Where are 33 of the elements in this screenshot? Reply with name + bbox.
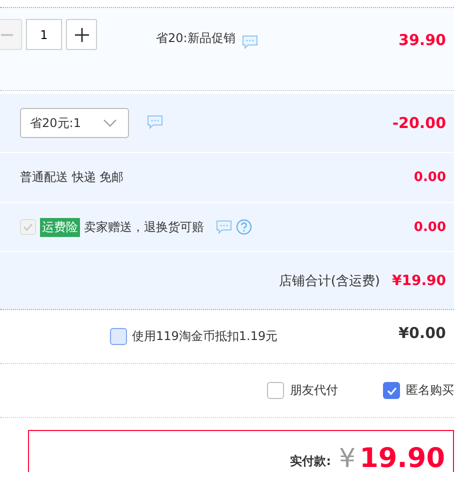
shipping-text: 普通配送 快递 免邮 xyxy=(20,169,124,186)
insurance-tag: 运费险 xyxy=(40,218,80,236)
store-total-amount: ¥19.90 xyxy=(392,272,446,288)
option-label: 朋友代付 xyxy=(290,382,338,399)
coins-checkbox[interactable] xyxy=(110,328,127,345)
option-checkbox[interactable] xyxy=(267,382,284,399)
coins-text: 使用119淘金币抵扣1.19元 xyxy=(132,328,278,345)
promotion-text: 省20:新品促销 xyxy=(156,30,236,47)
check-icon xyxy=(386,386,396,394)
option-checkbox[interactable] xyxy=(383,382,400,399)
chevron-down-icon xyxy=(103,119,117,127)
insurance-text: 卖家赠送，退换货可赔 xyxy=(84,218,204,236)
coins-amount: ¥0.00 xyxy=(398,324,446,342)
minus-icon xyxy=(0,34,12,36)
quantity-field[interactable]: 1 xyxy=(26,19,62,50)
check-icon xyxy=(23,223,33,231)
option-label: 匿名购买 xyxy=(406,382,454,399)
plus-icon xyxy=(74,26,90,42)
decrease-button[interactable] xyxy=(0,19,22,50)
increase-button[interactable] xyxy=(66,19,97,50)
store-total-label: 店铺合计(含运费) xyxy=(278,272,380,290)
item-price: 39.90 xyxy=(398,31,446,49)
coupon-select[interactable]: 省20元:1 xyxy=(20,108,129,138)
message-icon[interactable] xyxy=(147,115,163,129)
payment-amount: 19.90 xyxy=(360,445,445,472)
message-icon[interactable] xyxy=(216,220,232,234)
shipping-amount: 0.00 xyxy=(414,170,446,185)
currency-symbol: ¥ xyxy=(339,446,356,472)
payment-label: 实付款: xyxy=(290,453,332,470)
discount-amount: -20.00 xyxy=(392,114,446,132)
help-icon[interactable] xyxy=(236,219,252,235)
insurance-amount: 0.00 xyxy=(414,220,446,234)
message-icon[interactable] xyxy=(242,35,258,49)
